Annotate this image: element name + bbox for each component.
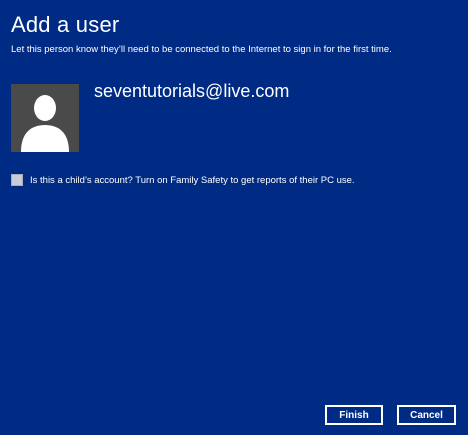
page-subtitle: Let this person know they’ll need to be … xyxy=(11,44,392,55)
user-silhouette-icon xyxy=(21,95,69,152)
finish-button[interactable]: Finish xyxy=(325,405,383,425)
avatar xyxy=(11,84,79,152)
family-safety-label[interactable]: Is this a child’s account? Turn on Famil… xyxy=(30,174,355,187)
account-email: seventutorials@live.com xyxy=(94,81,290,101)
cancel-button[interactable]: Cancel xyxy=(397,405,456,425)
page-title: Add a user xyxy=(11,12,120,37)
family-safety-checkbox[interactable] xyxy=(11,174,23,186)
family-safety-option[interactable]: Is this a child’s account? Turn on Famil… xyxy=(11,172,355,188)
